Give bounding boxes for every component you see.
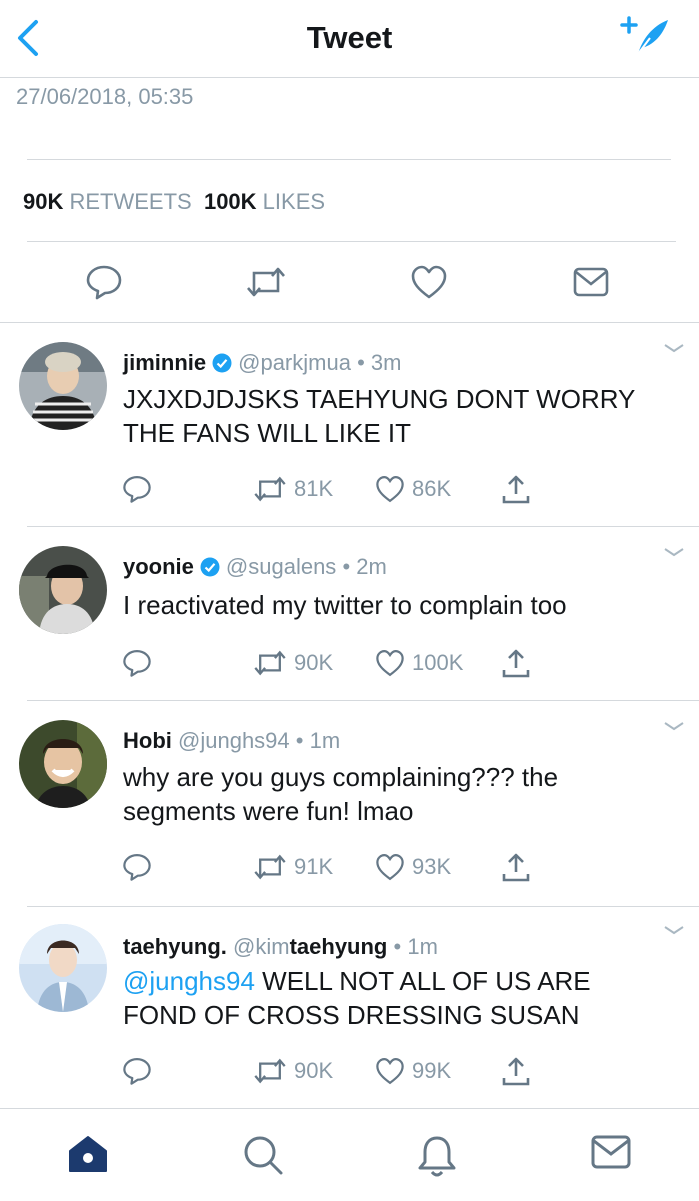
meta-dot: • xyxy=(295,728,304,753)
likes-label[interactable]: LIKES xyxy=(263,189,325,214)
top-bar: Tweet xyxy=(0,0,699,78)
reply-meta: Hobi @junghs94 • 1m xyxy=(123,728,340,754)
retweet-count: 81K xyxy=(294,476,334,501)
reply-tweet[interactable]: Hobi @junghs94 • 1m why are you guys com… xyxy=(0,700,699,906)
handle-highlight: taehyung xyxy=(289,934,388,959)
avatar[interactable] xyxy=(19,924,107,1012)
retweet-count: 90K xyxy=(294,650,334,675)
meta-dot: • xyxy=(342,554,351,579)
like-heart-icon[interactable] xyxy=(410,264,448,300)
share-icon[interactable] xyxy=(500,648,532,680)
reply-tweet[interactable]: jiminnie @parkjmua • 3m JXJXDJDJSKS TAEHY… xyxy=(0,322,699,526)
reply-actions: 90K 100K xyxy=(0,648,699,678)
mention-link[interactable]: @junghs94 xyxy=(123,966,255,996)
chevron-down-icon[interactable] xyxy=(663,546,685,558)
avatar[interactable] xyxy=(19,546,107,634)
reply-text: I reactivated my twitter to complain too xyxy=(123,590,567,620)
like-count: 93K xyxy=(412,854,452,879)
chevron-down-icon[interactable] xyxy=(663,720,685,732)
reply-actions: 90K 99K xyxy=(0,1056,699,1086)
reply-tweet[interactable]: taehyung. @kimtaehyung • 1m @junghs94 WE… xyxy=(0,906,699,1108)
reply-meta: jiminnie @parkjmua • 3m xyxy=(123,350,401,376)
page-title: Tweet xyxy=(306,20,393,55)
like-count: 86K xyxy=(412,476,452,501)
likes-count[interactable]: 100K xyxy=(204,189,257,214)
reply-actions: 91K 93K xyxy=(0,852,699,882)
display-name[interactable]: yoonie xyxy=(123,554,194,579)
reply-icon[interactable] xyxy=(122,1056,152,1086)
retweet-icon[interactable] xyxy=(252,474,288,504)
chevron-down-icon[interactable] xyxy=(663,924,685,936)
messages-envelope-icon[interactable] xyxy=(590,1134,632,1172)
home-icon[interactable] xyxy=(67,1134,109,1174)
avatar[interactable] xyxy=(19,720,107,808)
reply-meta: taehyung. @kimtaehyung • 1m xyxy=(123,934,438,960)
like-heart-icon[interactable] xyxy=(375,648,405,678)
retweet-icon[interactable] xyxy=(244,264,288,300)
divider xyxy=(27,241,676,242)
reply-icon[interactable] xyxy=(85,264,123,300)
meta-dot: • xyxy=(357,350,365,375)
like-heart-icon[interactable] xyxy=(375,852,405,882)
retweets-count[interactable]: 90K xyxy=(23,189,63,214)
verified-badge-icon xyxy=(212,353,232,373)
bottom-tab-bar xyxy=(0,1108,699,1201)
divider xyxy=(27,159,671,160)
retweet-icon[interactable] xyxy=(252,1056,288,1086)
like-heart-icon[interactable] xyxy=(375,1056,405,1086)
like-count: 99K xyxy=(412,1058,452,1083)
like-heart-icon[interactable] xyxy=(375,474,405,504)
chevron-down-icon[interactable] xyxy=(663,342,685,354)
handle-prefix: @kim xyxy=(233,934,290,959)
share-icon[interactable] xyxy=(500,474,532,506)
notifications-bell-icon[interactable] xyxy=(416,1134,458,1178)
user-handle[interactable]: @kimtaehyung xyxy=(233,934,387,959)
retweet-icon[interactable] xyxy=(252,852,288,882)
retweet-count: 90K xyxy=(294,1058,334,1083)
user-handle[interactable]: @parkjmua xyxy=(238,350,351,375)
avatar[interactable] xyxy=(19,342,107,430)
reply-text: @junghs94 WELL NOT ALL OF US ARE FOND OF… xyxy=(123,964,643,1032)
display-name[interactable]: Hobi xyxy=(123,728,172,753)
reply-actions: 81K 86K xyxy=(0,474,699,504)
reply-tweet[interactable]: yoonie @sugalens • 2m I reactivated my tw… xyxy=(0,526,699,700)
display-name[interactable]: jiminnie xyxy=(123,350,206,375)
user-handle[interactable]: @sugalens xyxy=(226,554,336,579)
reply-text: JXJXDJDJSKS TAEHYUNG DONT WORRY THE FANS… xyxy=(123,384,635,448)
user-handle[interactable]: @junghs94 xyxy=(178,728,290,753)
tweet-timestamp: 27/06/2018, 05:35 xyxy=(16,84,194,109)
tweet-stats: 90K RETWEETS 100K LIKES xyxy=(23,189,325,215)
reply-icon[interactable] xyxy=(122,474,152,504)
direct-message-icon[interactable] xyxy=(572,266,610,298)
reply-text: why are you guys complaining??? the segm… xyxy=(123,762,559,826)
reply-icon[interactable] xyxy=(122,852,152,882)
meta-dot: • xyxy=(393,934,402,959)
compose-feather-icon[interactable] xyxy=(620,14,672,58)
reply-time: 1m xyxy=(407,934,438,959)
retweets-label[interactable]: RETWEETS xyxy=(69,189,191,214)
display-name[interactable]: taehyung. xyxy=(123,934,227,959)
share-icon[interactable] xyxy=(500,1056,532,1088)
retweet-count: 91K xyxy=(294,854,334,879)
share-icon[interactable] xyxy=(500,852,532,884)
like-count: 100K xyxy=(412,650,464,675)
verified-badge-icon xyxy=(200,557,220,577)
reply-time: 3m xyxy=(370,350,402,375)
reply-time: 1m xyxy=(309,728,341,753)
retweet-icon[interactable] xyxy=(252,648,288,678)
reply-icon[interactable] xyxy=(122,648,152,678)
reply-time: 2m xyxy=(356,554,387,579)
search-icon[interactable] xyxy=(242,1134,284,1176)
reply-meta: yoonie @sugalens • 2m xyxy=(123,554,387,580)
